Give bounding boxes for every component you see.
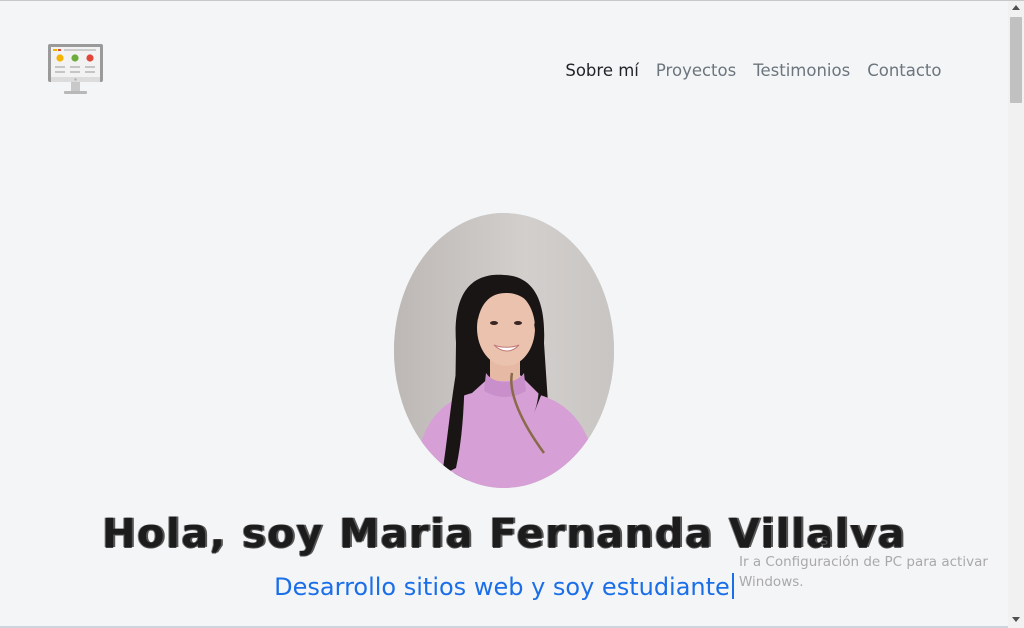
- profile-photo: [394, 213, 614, 488]
- typing-caret: [731, 573, 734, 599]
- scroll-down-arrow-icon[interactable]: [1012, 617, 1020, 622]
- hero-subtitle-text: Desarrollo sitios web y soy estudiante: [274, 573, 730, 601]
- scroll-thumb[interactable]: [1010, 17, 1022, 103]
- monitor-icon: [48, 44, 103, 94]
- watermark-line-2: Windows.: [739, 574, 804, 590]
- windows-activation-watermark: s Ir a Configuración de PC para activar …: [739, 530, 988, 592]
- nav-item-sobre-mi[interactable]: Sobre mí: [557, 59, 648, 83]
- nav-item-proyectos[interactable]: Proyectos: [647, 59, 744, 83]
- main-nav: Sobre mí Proyectos Testimonios Contacto: [557, 59, 950, 83]
- scroll-up-arrow-icon[interactable]: [1012, 5, 1020, 10]
- vertical-scrollbar[interactable]: [1008, 1, 1024, 628]
- watermark-line-1: Ir a Configuración de PC para activar: [739, 554, 988, 570]
- watermark-title: s: [820, 530, 829, 549]
- site-logo[interactable]: [47, 43, 104, 97]
- nav-item-contacto[interactable]: Contacto: [859, 59, 950, 83]
- nav-item-testimonios[interactable]: Testimonios: [745, 59, 859, 83]
